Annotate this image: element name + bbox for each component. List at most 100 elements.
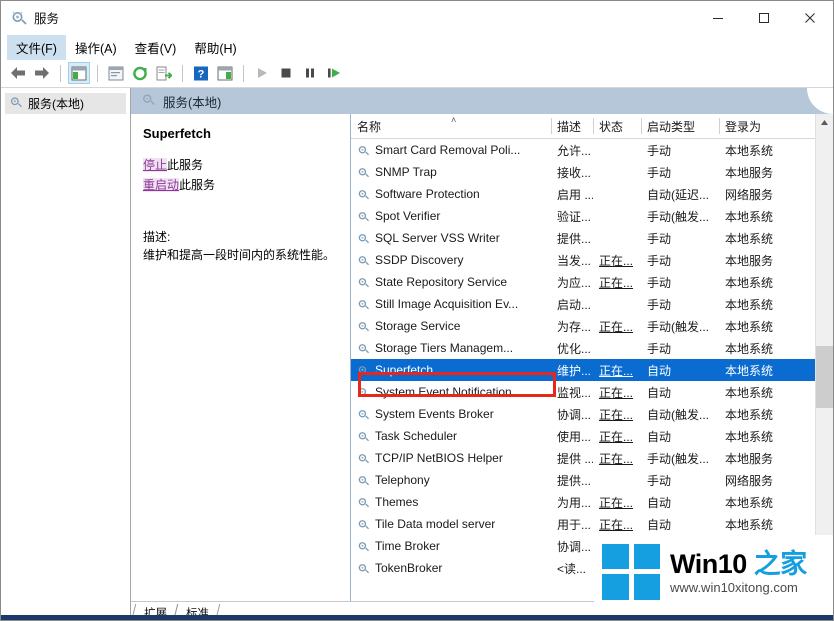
table-row[interactable]: Task Scheduler 使用... 正在... 自动 本地系统 bbox=[351, 425, 815, 447]
title-bar: 服务 bbox=[1, 1, 833, 35]
menu-help[interactable]: 帮助(H) bbox=[185, 35, 245, 60]
table-row[interactable]: Tile Data model server 用于... 正在... 自动 本地系统 bbox=[351, 513, 815, 535]
table-row[interactable]: Still Image Acquisition Ev... 启动... 手动 本地系统 bbox=[351, 293, 815, 315]
menu-file[interactable]: 文件(F) bbox=[7, 34, 66, 60]
column-header-name[interactable]: 名称 ˄ bbox=[351, 114, 551, 138]
menu-bar: 文件(F) 操作(A) 查看(V) 帮助(H) bbox=[1, 34, 833, 60]
column-header-start_type[interactable]: 启动类型 bbox=[641, 114, 719, 138]
service-gear-icon bbox=[357, 232, 370, 245]
cell-status: 正在... bbox=[599, 495, 634, 510]
cell-desc: 启用 ... bbox=[557, 187, 593, 202]
scrollbar-thumb[interactable] bbox=[816, 346, 833, 408]
cell-desc: 为存... bbox=[557, 319, 592, 334]
table-row[interactable]: State Repository Service 为应... 正在... 手动 本地系统 bbox=[351, 271, 815, 293]
toolbar-separator-2 bbox=[97, 64, 98, 82]
service-name-text: Tile Data model server bbox=[375, 517, 496, 531]
cell-name: Telephony bbox=[351, 473, 551, 487]
table-row[interactable]: Smart Card Removal Poli... 允许... 手动 本地系统 bbox=[351, 139, 815, 161]
menu-action[interactable]: 操作(A) bbox=[66, 35, 126, 60]
cell-desc: 用于... bbox=[557, 517, 592, 532]
cell-start_type: 手动(触发... bbox=[647, 209, 709, 224]
cell-desc: 启动... bbox=[557, 297, 592, 312]
cell-logon: 本地系统 bbox=[725, 143, 774, 158]
cell-logon: 本地系统 bbox=[725, 275, 774, 290]
show-hide-tree-icon[interactable] bbox=[68, 62, 90, 84]
cell-logon: 本地服务 bbox=[725, 165, 774, 180]
pane-header: 服务(本地) bbox=[131, 88, 833, 114]
console-tree-pane: 服务(本地) bbox=[1, 88, 131, 620]
watermark-url: www.win10xitong.com bbox=[670, 579, 798, 595]
cell-start_type: 自动 bbox=[647, 429, 672, 444]
service-name-text: Storage Service bbox=[375, 319, 461, 333]
close-button[interactable] bbox=[787, 1, 833, 34]
column-header-status[interactable]: 状态 bbox=[593, 114, 641, 138]
table-row-selected[interactable]: Superfetch 维护... 正在... 自动 本地系统 bbox=[351, 359, 815, 381]
cell-logon: 本地系统 bbox=[725, 495, 774, 510]
export-list-icon[interactable] bbox=[153, 62, 175, 84]
minimize-button[interactable] bbox=[695, 1, 741, 34]
stop-service-icon[interactable] bbox=[275, 62, 297, 84]
cell-logon: 本地服务 bbox=[725, 451, 774, 466]
cell-logon: 本地系统 bbox=[725, 341, 774, 356]
cell-name: TCP/IP NetBIOS Helper bbox=[351, 451, 551, 465]
services-gear-icon bbox=[141, 92, 156, 110]
pane-header-title: 服务(本地) bbox=[163, 95, 222, 110]
list-rows: Smart Card Removal Poli... 允许... 手动 本地系统 SNM… bbox=[351, 139, 815, 601]
vertical-scrollbar[interactable] bbox=[815, 114, 833, 601]
stop-service-row: 停止此服务 bbox=[143, 157, 338, 174]
cell-desc: 当发... bbox=[557, 253, 592, 268]
maximize-button[interactable] bbox=[741, 1, 787, 34]
back-icon[interactable] bbox=[7, 62, 29, 84]
table-row[interactable]: TCP/IP NetBIOS Helper 提供 ... 正在... 手动(触发...… bbox=[351, 447, 815, 469]
service-gear-icon bbox=[357, 386, 370, 399]
menu-view[interactable]: 查看(V) bbox=[126, 35, 186, 60]
service-gear-icon bbox=[357, 518, 370, 531]
refresh-icon[interactable] bbox=[129, 62, 151, 84]
table-row[interactable]: Spot Verifier 验证... 手动(触发... 本地系统 bbox=[351, 205, 815, 227]
service-gear-icon bbox=[357, 562, 370, 575]
watermark: Win10 之家 www.win10xitong.com bbox=[594, 535, 833, 608]
table-row[interactable]: SNMP Trap 接收... 手动 本地服务 bbox=[351, 161, 815, 183]
description-label: 描述: bbox=[143, 230, 171, 244]
table-row[interactable]: Storage Service 为存... 正在... 手动(触发... 本地系统 bbox=[351, 315, 815, 337]
column-header-desc[interactable]: 描述 bbox=[551, 114, 593, 138]
column-header-logon[interactable]: 登录为 bbox=[719, 114, 789, 138]
cell-name: Superfetch bbox=[351, 363, 551, 377]
table-row[interactable]: Telephony 提供... 手动 网络服务 bbox=[351, 469, 815, 491]
cell-start_type: 手动 bbox=[647, 341, 672, 356]
table-row[interactable]: Storage Tiers Managem... 优化... 手动 本地系统 bbox=[351, 337, 815, 359]
cell-status: 正在... bbox=[599, 363, 634, 378]
service-name-text: Themes bbox=[375, 495, 419, 509]
show-action-pane-icon[interactable] bbox=[214, 62, 236, 84]
cell-desc: <读... bbox=[557, 561, 587, 576]
description-text: 维护和提高一段时间内的系统性能。 bbox=[143, 248, 336, 262]
tree-item-services-local[interactable]: 服务(本地) bbox=[5, 93, 126, 114]
cell-desc: 监视... bbox=[557, 385, 592, 400]
scroll-up-icon[interactable] bbox=[816, 114, 833, 131]
column-header-label: 状态 bbox=[599, 119, 624, 134]
cell-name: Time Broker bbox=[351, 539, 551, 553]
table-row[interactable]: System Events Broker 协调... 正在... 自动(触发... 本地… bbox=[351, 403, 815, 425]
table-row[interactable]: SQL Server VSS Writer 提供... 手动 本地系统 bbox=[351, 227, 815, 249]
pause-service-icon[interactable] bbox=[299, 62, 321, 84]
table-row[interactable]: SSDP Discovery 当发... 正在... 手动 本地服务 bbox=[351, 249, 815, 271]
restart-service-icon[interactable] bbox=[323, 62, 345, 84]
cell-start_type: 自动 bbox=[647, 363, 672, 378]
cell-start_type: 手动 bbox=[647, 143, 672, 158]
table-row[interactable]: Software Protection 启用 ... 自动(延迟... 网络服务 bbox=[351, 183, 815, 205]
help-icon[interactable]: ? bbox=[190, 62, 212, 84]
restart-service-link[interactable]: 重启动 bbox=[143, 178, 180, 192]
toolbar-separator-4 bbox=[243, 64, 244, 82]
table-row[interactable]: System Event Notification... 监视... 正在... 自动… bbox=[351, 381, 815, 403]
cell-desc: 提供... bbox=[557, 231, 592, 246]
start-service-icon[interactable] bbox=[251, 62, 273, 84]
service-name-text: Software Protection bbox=[375, 187, 480, 201]
stop-service-link[interactable]: 停止 bbox=[143, 158, 168, 172]
table-row[interactable]: Themes 为用... 正在... 自动 本地系统 bbox=[351, 491, 815, 513]
cell-status: 正在... bbox=[599, 275, 634, 290]
cell-start_type: 自动(延迟... bbox=[647, 187, 709, 202]
properties-icon[interactable] bbox=[105, 62, 127, 84]
scrollbar-track[interactable] bbox=[816, 131, 833, 584]
forward-icon[interactable] bbox=[31, 62, 53, 84]
cell-name: Still Image Acquisition Ev... bbox=[351, 297, 551, 311]
